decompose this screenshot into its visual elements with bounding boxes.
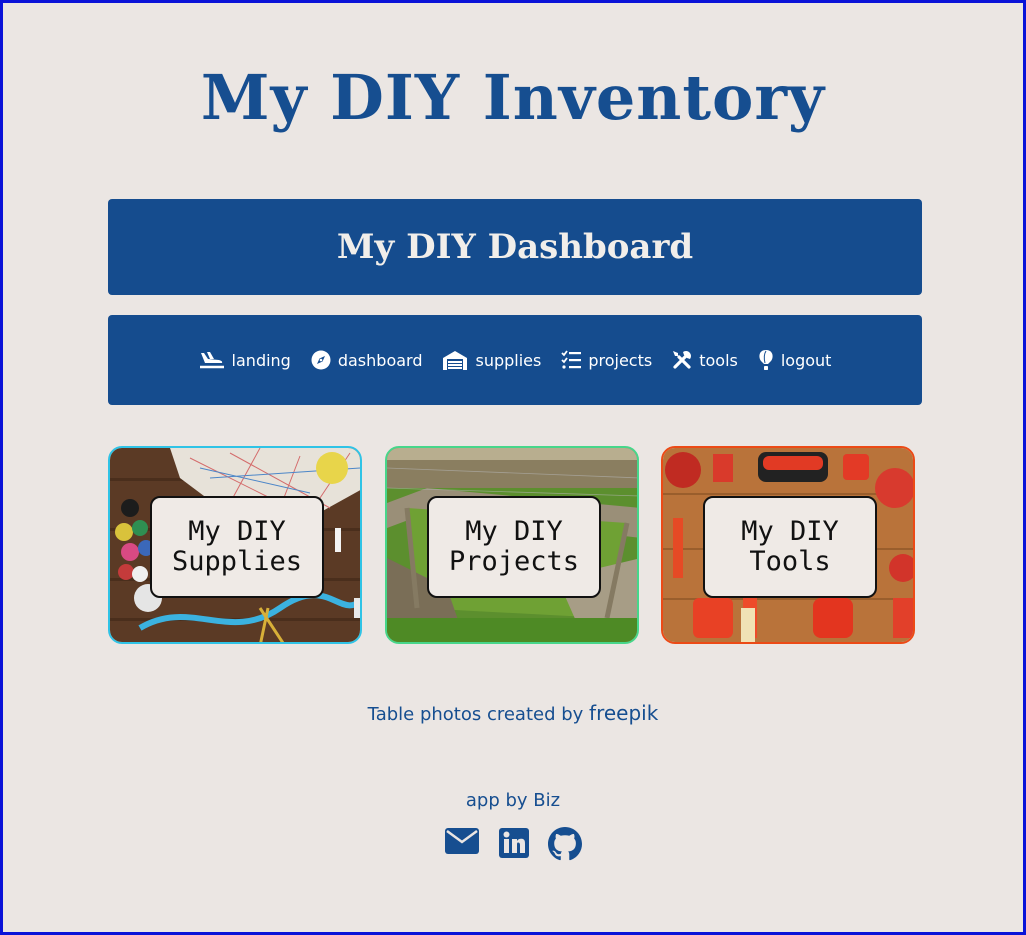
tasks-list-icon xyxy=(561,350,582,369)
plane-landing-icon xyxy=(199,352,224,369)
projects-card[interactable]: My DIY Projects xyxy=(385,446,639,644)
linkedin-icon xyxy=(499,828,529,858)
tools-icon xyxy=(673,351,692,369)
nav-item-dashboard[interactable]: dashboard xyxy=(311,350,423,370)
warehouse-icon xyxy=(443,351,468,370)
nav-label: logout xyxy=(780,350,832,370)
category-cards: My DIY Supplies My DIY Projects My DIY T… xyxy=(108,446,922,646)
email-link[interactable] xyxy=(444,827,480,865)
card-title-line: My DIY xyxy=(741,516,839,547)
site-title: My DIY Inventory xyxy=(200,61,826,134)
card-title-line: Projects xyxy=(448,546,580,577)
dashboard-banner: My DIY Dashboard xyxy=(108,199,922,295)
photo-credit: Table photos created by freepik xyxy=(3,701,1023,725)
nav-item-landing[interactable]: landing xyxy=(199,350,291,370)
nav-label: supplies xyxy=(475,350,542,370)
nav-label: landing xyxy=(231,350,291,370)
hot-air-balloon-icon xyxy=(759,350,773,370)
nav-item-tools[interactable]: tools xyxy=(672,350,738,370)
tools-card[interactable]: My DIY Tools xyxy=(661,446,915,644)
nav-label: tools xyxy=(699,350,738,370)
compass-icon xyxy=(311,350,331,370)
credit-text: Table photos created by xyxy=(367,704,590,725)
banner-title: My DIY Dashboard xyxy=(336,227,694,267)
nav-item-projects[interactable]: projects xyxy=(561,350,652,370)
github-link[interactable] xyxy=(548,827,582,865)
card-title-line: My DIY xyxy=(465,516,563,547)
card-title-line: Tools xyxy=(749,546,831,577)
github-icon xyxy=(548,827,582,861)
freepik-link[interactable]: freepik xyxy=(589,701,658,725)
card-title-line: Supplies xyxy=(171,546,303,577)
main-nav: landing dashboard supplies projects tool… xyxy=(108,315,922,405)
supplies-card-label: My DIY Supplies xyxy=(150,496,324,598)
card-title-line: My DIY xyxy=(188,516,286,547)
nav-item-supplies[interactable]: supplies xyxy=(442,350,541,370)
tools-card-label: My DIY Tools xyxy=(703,496,877,598)
envelope-icon xyxy=(445,828,479,854)
supplies-card[interactable]: My DIY Supplies xyxy=(108,446,362,644)
projects-card-label: My DIY Projects xyxy=(427,496,601,598)
app-byline: app by Biz xyxy=(465,790,561,811)
nav-label: dashboard xyxy=(337,350,423,370)
linkedin-link[interactable] xyxy=(498,827,530,865)
nav-item-logout[interactable]: logout xyxy=(758,349,832,371)
nav-label: projects xyxy=(588,350,653,370)
social-links xyxy=(3,827,1023,865)
